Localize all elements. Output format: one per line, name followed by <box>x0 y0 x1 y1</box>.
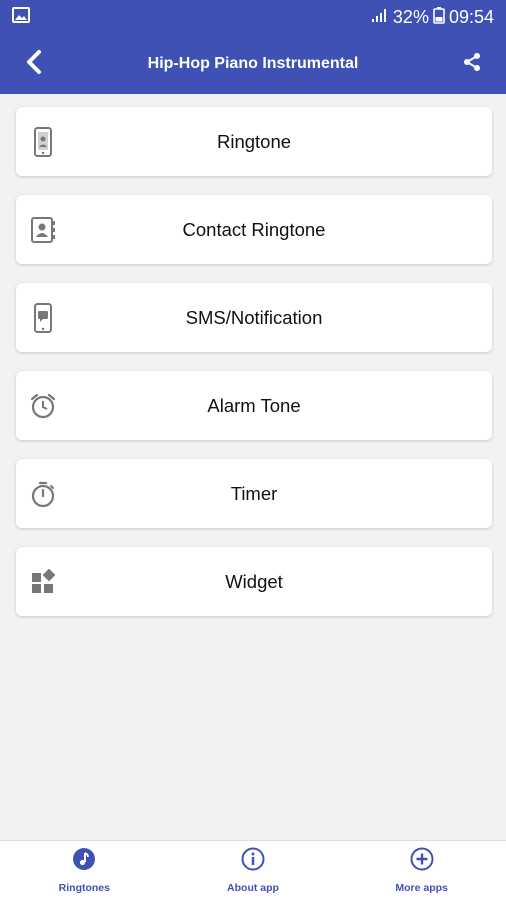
nav-label: About app <box>227 882 279 894</box>
timer-icon <box>29 478 57 510</box>
app-bar: Hip-Hop Piano Instrumental <box>0 34 506 94</box>
music-note-icon <box>72 847 96 876</box>
phone-ringtone-icon <box>29 126 57 158</box>
menu-item-label: Ringtone <box>216 130 292 152</box>
page-title: Hip-Hop Piano Instrumental <box>147 55 359 72</box>
nav-item-more-apps[interactable]: More apps <box>338 847 506 894</box>
widget-icon <box>29 566 57 598</box>
share-button[interactable] <box>456 48 488 80</box>
menu-item-label: Contact Ringtone <box>182 218 326 240</box>
alarm-clock-icon <box>29 390 57 422</box>
menu-item-widget[interactable]: Widget <box>16 547 492 616</box>
menu-item-label: Widget <box>225 570 283 592</box>
phone-message-icon <box>29 302 57 334</box>
battery-percent: 32% <box>392 6 429 27</box>
image-icon <box>12 6 30 28</box>
back-arrow-icon <box>24 49 44 80</box>
menu-item-sms-notification[interactable]: SMS/Notification <box>16 283 492 352</box>
nav-label: Ringtones <box>58 882 110 894</box>
menu-item-ringtone[interactable]: Ringtone <box>16 107 492 176</box>
nav-item-about-app[interactable]: About app <box>169 847 337 894</box>
contact-card-icon <box>29 214 57 246</box>
menu-item-timer[interactable]: Timer <box>16 459 492 528</box>
status-bar: 32% 09:54 <box>0 0 506 34</box>
menu-item-label: Alarm Tone <box>207 394 301 416</box>
signal-icon <box>371 7 389 28</box>
menu-item-label: Timer <box>230 482 278 504</box>
menu-list: Ringtone Contact Ringtone SMS/Notificati <box>16 107 492 635</box>
battery-icon <box>433 6 445 29</box>
share-icon <box>462 52 482 77</box>
plus-circle-icon <box>410 847 434 876</box>
bottom-nav: Ringtones About app More apps <box>0 840 506 900</box>
info-icon <box>241 847 265 876</box>
menu-item-alarm-tone[interactable]: Alarm Tone <box>16 371 492 440</box>
menu-item-label: SMS/Notification <box>185 306 323 328</box>
nav-label: More apps <box>395 882 448 894</box>
clock-time: 09:54 <box>448 6 494 27</box>
menu-item-contact-ringtone[interactable]: Contact Ringtone <box>16 195 492 264</box>
back-button[interactable] <box>18 48 50 80</box>
nav-item-ringtones[interactable]: Ringtones <box>0 847 168 894</box>
